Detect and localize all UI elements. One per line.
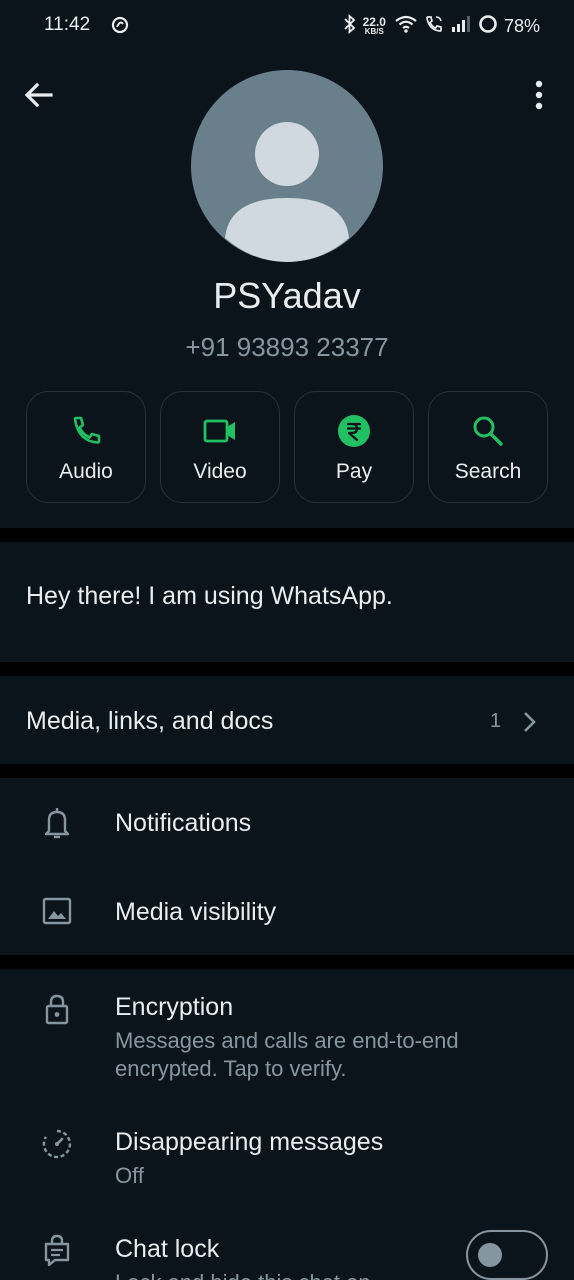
- phone-icon: [73, 416, 101, 444]
- media-visibility-row[interactable]: Media visibility: [0, 868, 574, 955]
- notification-settings-section: Notifications Media visibility: [0, 778, 574, 955]
- net-speed: 22.0 KB/S: [362, 14, 386, 36]
- encryption-subtitle: Messages and calls are end-to-end encryp…: [115, 1028, 459, 1081]
- contact-name: PSYadav: [213, 275, 361, 316]
- disappearing-messages-row[interactable]: Disappearing messages Off: [0, 1109, 574, 1209]
- net-speed-unit: KB/S: [364, 26, 384, 36]
- rupee-icon: [338, 415, 370, 447]
- chat-lock-toggle[interactable]: [466, 1230, 548, 1280]
- audio-call-button[interactable]: Audio: [26, 391, 146, 503]
- lock-icon: [40, 992, 74, 1026]
- sync-icon: [110, 15, 130, 40]
- contact-avatar[interactable]: [191, 70, 383, 262]
- notifications-row[interactable]: Notifications: [0, 778, 574, 868]
- status-time: 11:42: [44, 14, 91, 35]
- notifications-label: Notifications: [115, 809, 252, 837]
- search-icon: [473, 416, 503, 446]
- search-button[interactable]: Search: [428, 391, 548, 503]
- video-label: Video: [193, 460, 247, 483]
- chat-lock-title: Chat lock: [115, 1235, 220, 1263]
- default-avatar-icon: [225, 122, 349, 262]
- back-button[interactable]: [22, 78, 56, 112]
- contact-phone: +91 93893 23377: [185, 332, 389, 362]
- search-label: Search: [454, 460, 522, 483]
- media-label: Media, links, and docs: [26, 707, 274, 735]
- privacy-settings-section: Encryption Messages and calls are end-to…: [0, 969, 574, 1280]
- audio-label: Audio: [59, 460, 113, 483]
- net-speed-value: 22.0: [362, 14, 386, 29]
- video-call-button[interactable]: Video: [160, 391, 280, 503]
- status-icons: 22.0 KB/S 78%: [343, 13, 540, 39]
- media-links-docs-row[interactable]: Media, links, and docs 1: [0, 676, 574, 764]
- battery-level: 78%: [503, 16, 540, 36]
- more-options-button[interactable]: [522, 78, 556, 112]
- more-vert-icon: [535, 80, 543, 110]
- timer-icon: [40, 1127, 74, 1161]
- about-section[interactable]: Hey there! I am using WhatsApp.: [0, 542, 574, 662]
- disappearing-messages-status: Off: [115, 1163, 144, 1188]
- image-icon: [40, 894, 74, 928]
- media-count: 1: [490, 710, 502, 732]
- signal-icon: [450, 14, 472, 39]
- bell-icon: [40, 806, 74, 840]
- status-bar: 11:42 22.0 KB/S 78%: [0, 0, 574, 50]
- encryption-title: Encryption: [115, 993, 234, 1021]
- wifi-icon: [394, 14, 418, 39]
- bluetooth-icon: [343, 13, 357, 39]
- toggle-knob: [478, 1243, 502, 1267]
- chat-lock-icon: [40, 1234, 74, 1268]
- about-text: Hey there! I am using WhatsApp.: [26, 582, 393, 610]
- encryption-row[interactable]: Encryption Messages and calls are end-to…: [0, 969, 574, 1095]
- video-icon: [203, 419, 235, 443]
- battery-ring-icon: [478, 14, 498, 39]
- profile-header: PSYadav +91 93893 23377 Audio Video Pay …: [0, 50, 574, 528]
- chevron-right-icon: [520, 710, 538, 739]
- pay-label: Pay: [335, 460, 373, 483]
- back-arrow-icon: [24, 82, 53, 108]
- media-visibility-label: Media visibility: [115, 898, 277, 926]
- wifi-calling-icon: [424, 14, 444, 39]
- pay-button[interactable]: Pay: [294, 391, 414, 503]
- disappearing-messages-title: Disappearing messages: [115, 1128, 384, 1156]
